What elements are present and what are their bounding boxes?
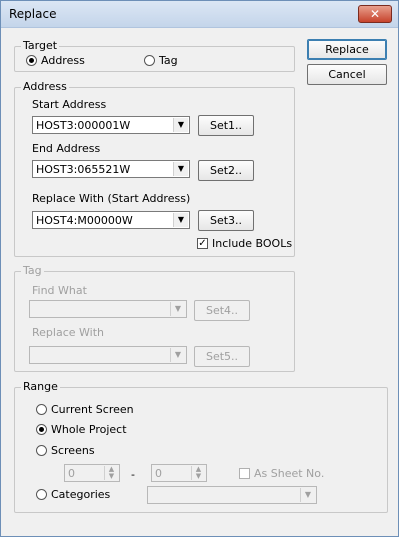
start-address-dropdown-icon[interactable]: ▼ bbox=[173, 118, 188, 132]
categories-dropdown-icon[interactable]: ▼ bbox=[300, 488, 315, 502]
as-sheet-no-checkbox[interactable] bbox=[239, 468, 250, 479]
set1-button[interactable]: Set1.. bbox=[198, 115, 254, 136]
window-title: Replace bbox=[9, 7, 57, 21]
replace-with-combo[interactable]: HOST4:M00000W ▼ bbox=[32, 211, 190, 229]
tag-replace-with-label: Replace With bbox=[32, 326, 104, 339]
cancel-button[interactable]: Cancel bbox=[307, 64, 387, 85]
screen-from-value: 0 bbox=[68, 467, 75, 480]
whole-project-radio[interactable] bbox=[36, 424, 47, 435]
target-tag-radio[interactable] bbox=[144, 55, 155, 66]
replace-button[interactable]: Replace bbox=[307, 39, 387, 60]
set5-button[interactable]: Set5.. bbox=[194, 346, 250, 367]
include-bools-checkbox[interactable]: ✓ bbox=[197, 238, 208, 249]
find-what-dropdown-icon[interactable]: ▼ bbox=[170, 302, 185, 316]
target-legend: Target bbox=[21, 39, 60, 52]
range-legend: Range bbox=[21, 380, 60, 393]
replace-dialog: Replace ✕ Target Address Tag Replace Can… bbox=[0, 0, 399, 537]
start-address-label: Start Address bbox=[32, 98, 107, 111]
tag-replace-with-dropdown-icon[interactable]: ▼ bbox=[170, 348, 185, 362]
start-address-value: HOST3:000001W bbox=[36, 119, 131, 132]
set2-button[interactable]: Set2.. bbox=[198, 160, 254, 181]
find-what-label: Find What bbox=[32, 284, 87, 297]
address-legend: Address bbox=[21, 80, 69, 93]
include-bools-label[interactable]: Include BOOLs bbox=[212, 237, 292, 250]
screen-to-value: 0 bbox=[155, 467, 162, 480]
screens-label[interactable]: Screens bbox=[51, 444, 95, 457]
whole-project-label[interactable]: Whole Project bbox=[51, 423, 127, 436]
screen-to-arrows-icon[interactable]: ▲ ▼ bbox=[191, 466, 205, 480]
replace-with-label: Replace With (Start Address) bbox=[32, 192, 191, 205]
title-bar: Replace ✕ bbox=[1, 1, 398, 28]
as-sheet-no-label[interactable]: As Sheet No. bbox=[254, 467, 324, 480]
categories-radio[interactable] bbox=[36, 489, 47, 500]
screens-radio[interactable] bbox=[36, 445, 47, 456]
end-address-value: HOST3:065521W bbox=[36, 163, 131, 176]
screen-from-arrows-icon[interactable]: ▲ ▼ bbox=[104, 466, 118, 480]
tag-legend: Tag bbox=[21, 264, 44, 277]
set3-button[interactable]: Set3.. bbox=[198, 210, 254, 231]
screen-from-spinner[interactable]: 0 ▲ ▼ bbox=[64, 464, 120, 482]
end-address-combo[interactable]: HOST3:065521W ▼ bbox=[32, 160, 190, 178]
find-what-combo[interactable]: ▼ bbox=[29, 300, 187, 318]
end-address-dropdown-icon[interactable]: ▼ bbox=[173, 162, 188, 176]
start-address-combo[interactable]: HOST3:000001W ▼ bbox=[32, 116, 190, 134]
replace-with-dropdown-icon[interactable]: ▼ bbox=[173, 213, 188, 227]
replace-with-value: HOST4:M00000W bbox=[36, 214, 133, 227]
current-screen-radio[interactable] bbox=[36, 404, 47, 415]
categories-combo[interactable]: ▼ bbox=[147, 486, 317, 504]
tag-replace-with-combo[interactable]: ▼ bbox=[29, 346, 187, 364]
close-button[interactable]: ✕ bbox=[358, 5, 392, 23]
screen-range-dash: - bbox=[131, 468, 135, 481]
target-tag-label[interactable]: Tag bbox=[159, 54, 178, 67]
end-address-label: End Address bbox=[32, 142, 101, 155]
current-screen-label[interactable]: Current Screen bbox=[51, 403, 134, 416]
screen-to-spinner[interactable]: 0 ▲ ▼ bbox=[151, 464, 207, 482]
set4-button[interactable]: Set4.. bbox=[194, 300, 250, 321]
categories-label[interactable]: Categories bbox=[51, 488, 110, 501]
target-address-label[interactable]: Address bbox=[41, 54, 85, 67]
target-address-radio[interactable] bbox=[26, 55, 37, 66]
